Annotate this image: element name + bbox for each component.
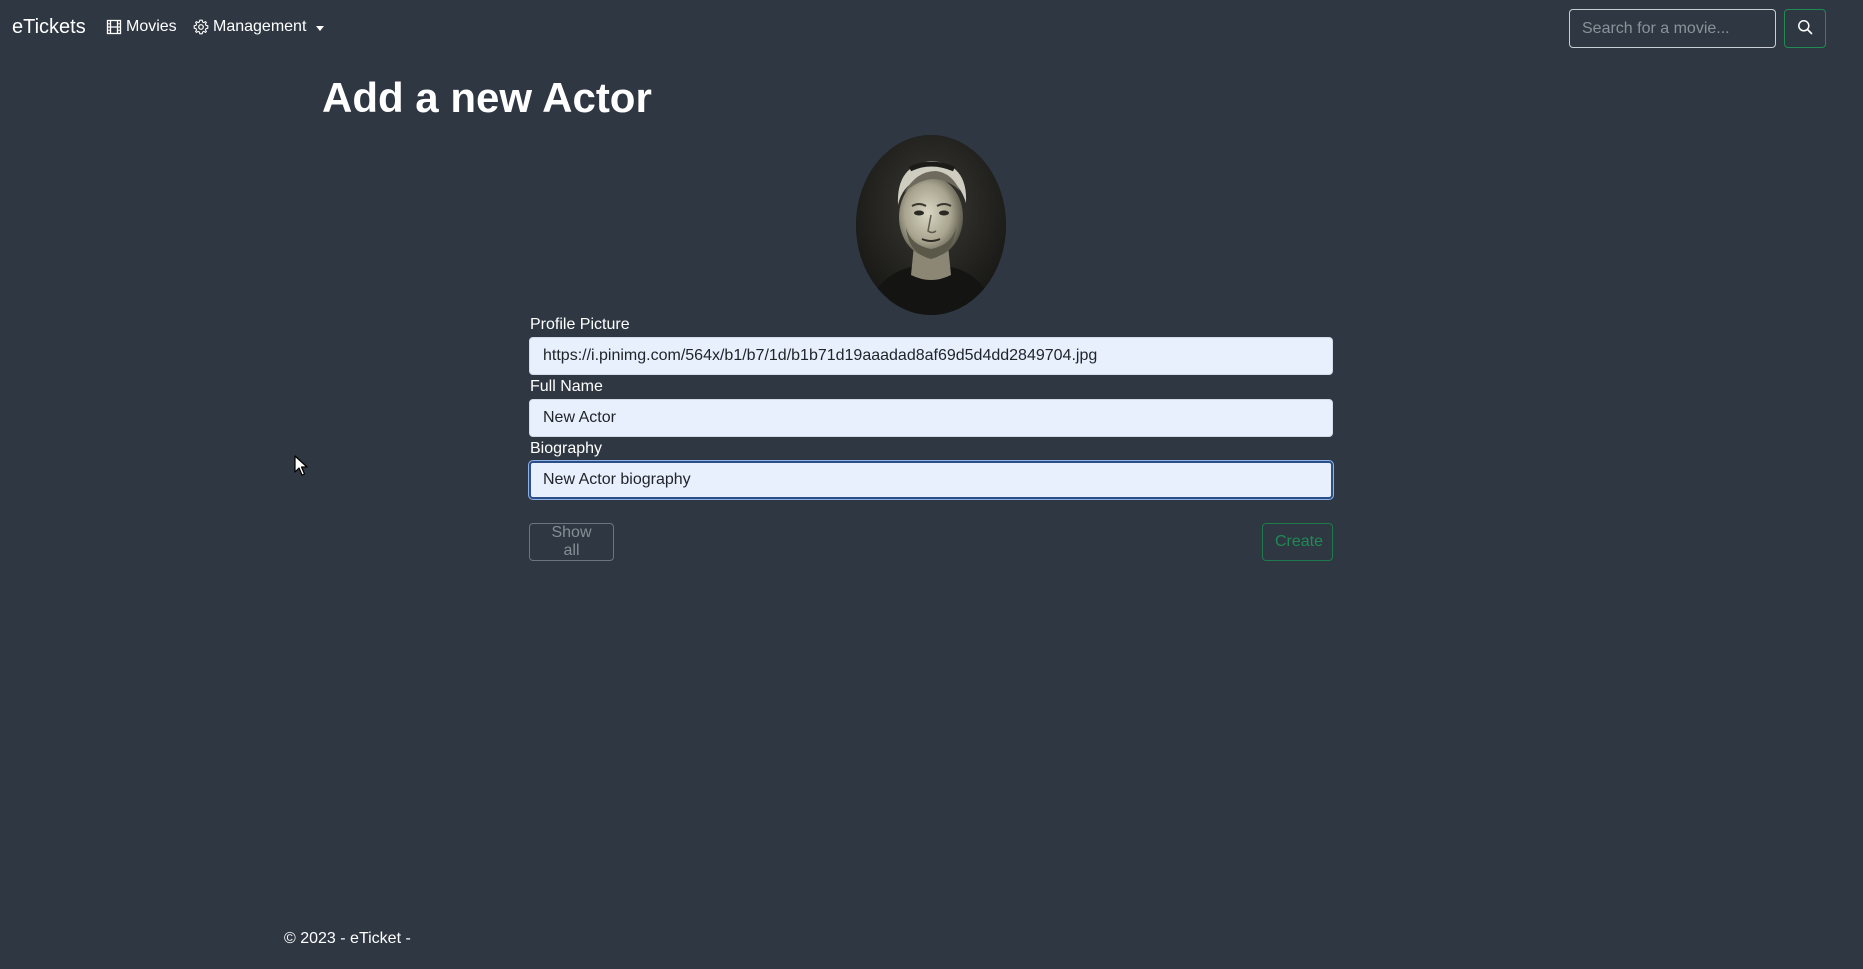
nav-management-label: Management bbox=[213, 18, 307, 35]
nav-movies-label: Movies bbox=[126, 18, 177, 35]
profile-picture-label: Profile Picture bbox=[530, 316, 630, 333]
nav-management-dropdown[interactable]: Management bbox=[193, 18, 325, 36]
gear-icon bbox=[193, 19, 209, 35]
nav-movies-link[interactable]: Movies bbox=[106, 18, 177, 36]
show-all-button[interactable]: Show all bbox=[529, 523, 614, 561]
navbar: eTickets Movies Management bbox=[0, 0, 1863, 56]
footer-copyright: © 2023 - eTicket - bbox=[284, 930, 411, 947]
profile-picture-input[interactable] bbox=[529, 337, 1333, 375]
page-title: Add a new Actor bbox=[322, 74, 652, 121]
search-button[interactable] bbox=[1784, 9, 1826, 48]
biography-input[interactable] bbox=[529, 461, 1333, 499]
biography-label: Biography bbox=[530, 440, 603, 457]
profile-picture-preview bbox=[856, 135, 1006, 315]
brand-link[interactable]: eTickets bbox=[12, 16, 86, 39]
caret-down-icon bbox=[316, 25, 325, 31]
full-name-label: Full Name bbox=[530, 378, 603, 395]
film-icon bbox=[106, 19, 122, 35]
full-name-input[interactable] bbox=[529, 399, 1333, 437]
mouse-cursor-icon bbox=[294, 455, 308, 482]
search-input[interactable] bbox=[1569, 9, 1776, 48]
search-icon bbox=[1797, 19, 1813, 38]
create-button[interactable]: Create bbox=[1262, 523, 1333, 561]
